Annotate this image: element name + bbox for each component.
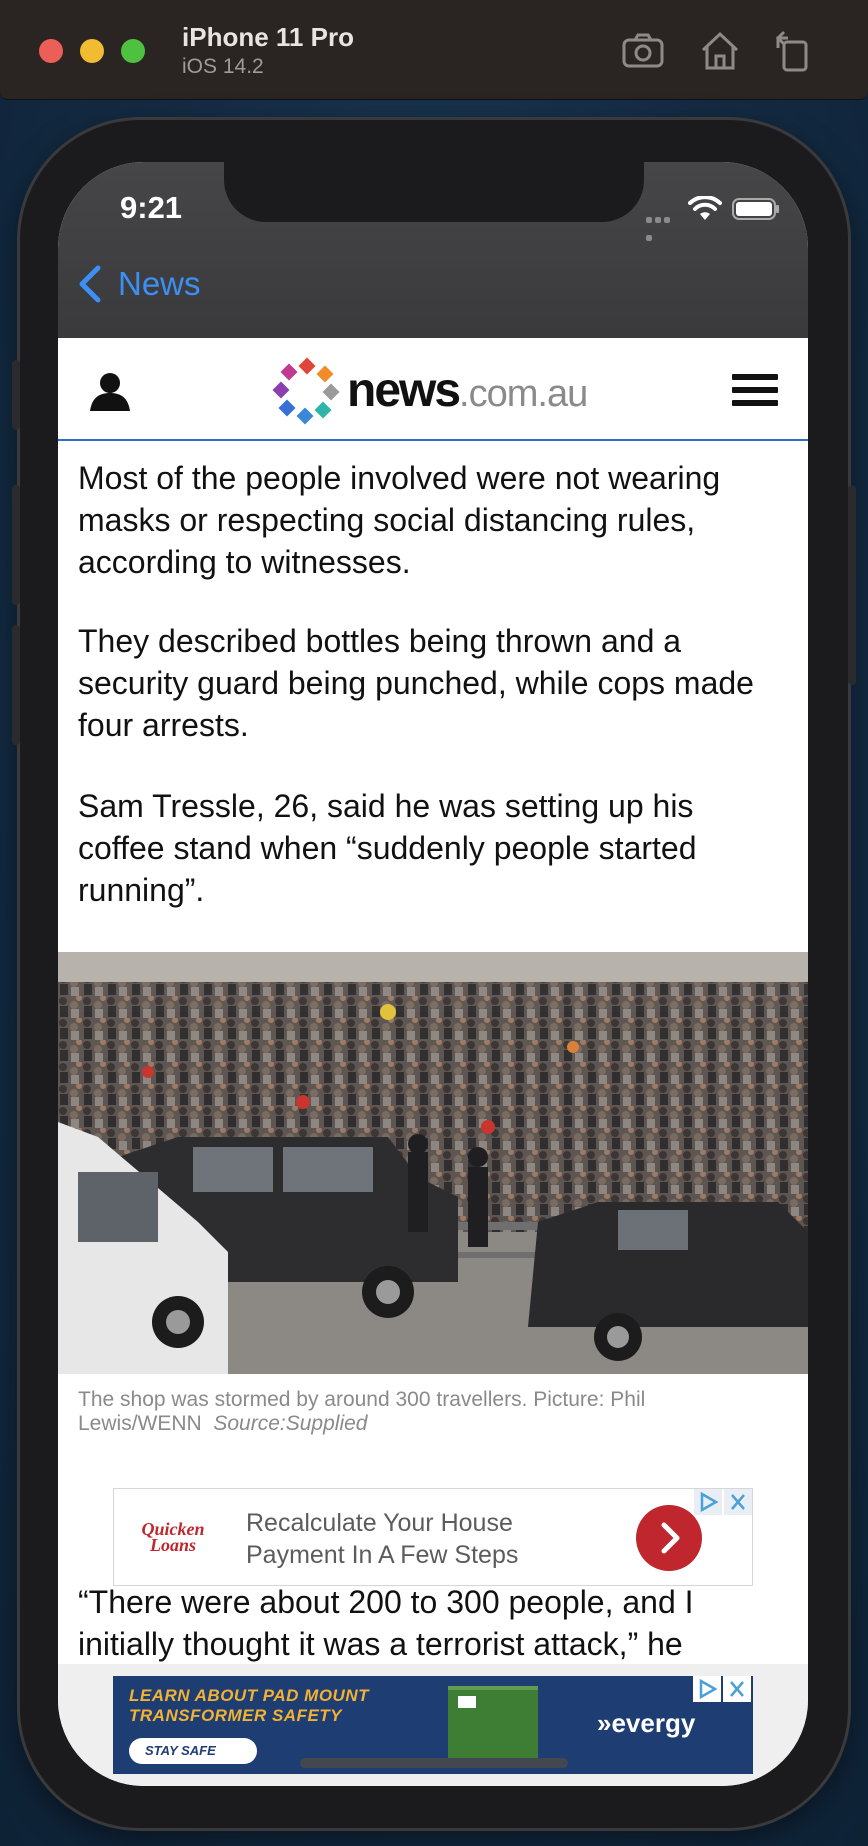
close-window-button[interactable] <box>39 39 63 63</box>
mute-switch <box>12 360 20 430</box>
device-name: iPhone 11 Pro <box>182 22 354 52</box>
hamburger-menu-icon[interactable] <box>732 374 778 410</box>
rotate-icon[interactable] <box>770 28 816 74</box>
home-icon[interactable] <box>697 28 743 74</box>
article-photo[interactable] <box>58 952 808 1374</box>
minimize-window-button[interactable] <box>80 39 104 63</box>
close-ad-icon[interactable] <box>724 1489 752 1515</box>
article-paragraph: They described bottles being thrown and … <box>78 623 754 743</box>
user-icon[interactable] <box>88 371 132 411</box>
phone-screen: 9:21 News news.com.au Most of the people… <box>58 162 808 1786</box>
banner-brand: »evergy <box>597 1708 696 1738</box>
simulator-title-bar: iPhone 11 Pro iOS 14.2 <box>0 0 868 100</box>
screenshot-icon[interactable] <box>620 28 666 74</box>
os-version: iOS 14.2 <box>182 55 264 78</box>
wifi-icon <box>688 195 722 222</box>
volume-up-button <box>12 485 20 605</box>
power-button <box>848 485 856 685</box>
transformer-image <box>448 1686 538 1758</box>
logo-dots-icon <box>272 356 341 425</box>
ad-text: Recalculate Your House Payment In A Few … <box>246 1509 519 1569</box>
banner-headline: LEARN ABOUT PAD MOUNT TRANSFORMER SAFETY <box>129 1686 369 1726</box>
photo-caption: The shop was stormed by around 300 trave… <box>78 1388 718 1436</box>
article-paragraph: Most of the people involved were not wea… <box>78 460 721 580</box>
adchoices-icon[interactable] <box>694 1489 722 1515</box>
site-header: news.com.au <box>58 338 808 441</box>
back-label: News <box>118 265 201 302</box>
close-ad-icon[interactable] <box>723 1676 751 1702</box>
caption-source: Source:Supplied <box>213 1412 368 1435</box>
logo-wordmark: news.com.au <box>347 363 588 418</box>
status-time: 9:21 <box>120 190 183 225</box>
back-button[interactable]: News <box>76 264 201 304</box>
ad-brand-logo: Quicken Loans <box>138 1520 208 1555</box>
zoom-window-button[interactable] <box>121 39 145 63</box>
home-indicator[interactable] <box>300 1758 568 1768</box>
status-and-nav-bar: 9:21 News <box>58 162 808 338</box>
article-paragraph: Sam Tressle, 26, said he was setting up … <box>78 788 697 908</box>
site-logo[interactable]: news.com.au <box>272 355 603 425</box>
article-quote: “There were about 200 to 300 people, and… <box>78 1584 694 1662</box>
ad-arrow-button[interactable] <box>636 1505 702 1571</box>
banner-cta-button[interactable]: STAY SAFE <box>129 1738 257 1764</box>
ad-brand-line2: Loans <box>149 1535 196 1555</box>
article-body: Most of the people involved were not wea… <box>58 443 808 1664</box>
cellular-signal-icon <box>646 210 680 241</box>
notch <box>224 162 644 222</box>
logo-name: news <box>347 363 461 417</box>
logo-domain: .com.au <box>459 372 588 415</box>
battery-icon <box>732 198 780 220</box>
banner-headline-line2: TRANSFORMER SAFETY <box>129 1706 342 1725</box>
adchoices-icon[interactable] <box>693 1676 721 1702</box>
chevron-right-icon <box>661 1522 680 1554</box>
chevron-left-icon <box>79 265 101 303</box>
volume-down-button <box>12 625 20 745</box>
inline-ad[interactable]: Quicken Loans Recalculate Your House Pay… <box>113 1488 753 1586</box>
banner-headline-line1: LEARN ABOUT PAD MOUNT <box>129 1686 369 1705</box>
